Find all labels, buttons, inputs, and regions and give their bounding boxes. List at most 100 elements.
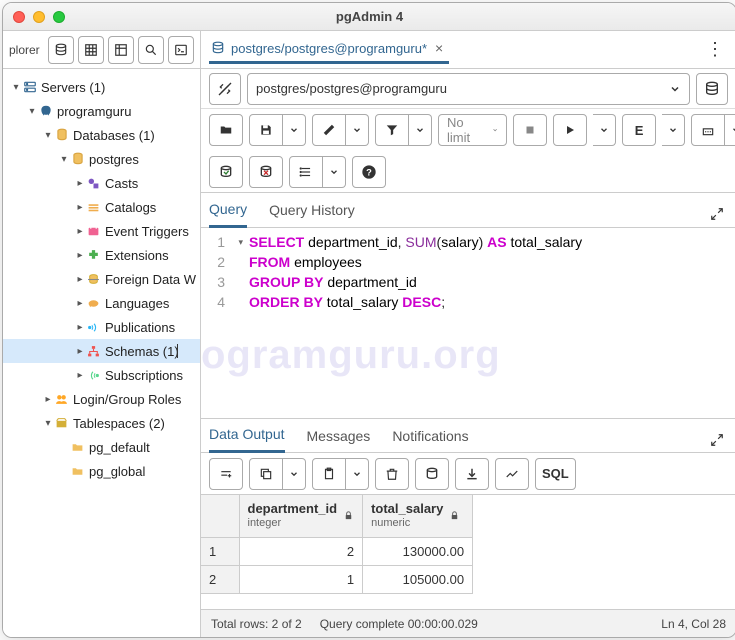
save-button[interactable] [249,114,283,146]
tree-casts[interactable]: ▸ Casts [3,171,200,195]
save-data-button[interactable] [415,458,449,490]
tree-schemas[interactable]: ▸ Schemas (1) [3,339,200,363]
tree-tablespaces[interactable]: ▾ Tablespaces (2) [3,411,200,435]
edit-dropdown-button[interactable] [346,114,369,146]
tree-label: Foreign Data W [105,272,196,287]
transaction-button[interactable] [289,156,323,188]
tree-fdw[interactable]: ▸ Foreign Data W [3,267,200,291]
tree-login-roles[interactable]: ▸ Login/Group Roles [3,387,200,411]
open-file-button[interactable] [209,114,243,146]
connection-dropdown[interactable]: postgres/postgres@programguru [247,73,690,105]
rollback-button[interactable] [249,156,283,188]
tab-label: postgres/postgres@programguru* [231,41,427,56]
tab-messages[interactable]: Messages [307,428,371,452]
tree-databases[interactable]: ▾ Databases (1) [3,123,200,147]
sql-editor[interactable]: 1▾ 2 3 4 SELECT department_id, SUM(salar… [201,228,735,418]
browser-tree[interactable]: ▾ Servers (1) ▾ programguru ▾ Databases … [3,69,200,637]
editor-tab[interactable]: postgres/postgres@programguru* × [209,36,449,64]
explain-dropdown-button[interactable] [662,114,685,146]
search-icon[interactable] [138,36,164,64]
tree-label: Login/Group Roles [73,392,181,407]
tree-event-triggers[interactable]: ▸ Event Triggers [3,219,200,243]
tree-label: Databases (1) [73,128,155,143]
tree-languages[interactable]: ▸ Languages [3,291,200,315]
tree-postgres[interactable]: ▾ postgres [3,147,200,171]
tree-label: Casts [105,176,138,191]
connection-status-icon[interactable] [209,73,241,105]
tree-extensions[interactable]: ▸ Extensions [3,243,200,267]
tab-query[interactable]: Query [209,201,247,228]
graph-button[interactable] [495,458,529,490]
tree-programguru[interactable]: ▾ programguru [3,99,200,123]
copy-dropdown-button[interactable] [283,458,306,490]
tree-label: Event Triggers [105,224,189,239]
expand-icon[interactable] [706,207,728,221]
execute-dropdown-button[interactable] [593,114,616,146]
tree-pg-default[interactable]: pg_default [3,435,200,459]
table-row[interactable]: 1 2 130000.00 [201,537,473,565]
limit-dropdown[interactable]: No limit [438,114,507,146]
new-connection-button[interactable] [696,73,728,105]
download-button[interactable] [455,458,489,490]
tree-label: Publications [105,320,175,335]
help-button[interactable]: ? [352,156,386,188]
stop-button[interactable] [513,114,547,146]
status-cursor: Ln 4, Col 28 [661,617,726,631]
tab-notifications[interactable]: Notifications [392,428,468,452]
tree-pg-global[interactable]: pg_global [3,459,200,483]
tree-label: Catalogs [105,200,156,215]
tree-label: Schemas (1) [105,344,179,359]
sql-button[interactable]: SQL [535,458,576,490]
tree-catalogs[interactable]: ▸ Catalogs [3,195,200,219]
grid-icon[interactable] [78,36,104,64]
paste-button[interactable] [312,458,346,490]
macro-dropdown-button[interactable] [725,114,735,146]
tree-servers[interactable]: ▾ Servers (1) [3,75,200,99]
col-type: integer [248,517,338,530]
save-dropdown-button[interactable] [283,114,306,146]
commit-button[interactable] [209,156,243,188]
tree-label: Extensions [105,248,169,263]
database-icon[interactable] [48,36,74,64]
results-grid[interactable]: department_id integer [201,495,735,609]
close-tab-button[interactable]: × [433,40,445,56]
lock-icon [449,510,460,521]
tree-label: Subscriptions [105,368,183,383]
status-bar: Total rows: 2 of 2 Query complete 00:00:… [201,609,735,637]
tab-data-output[interactable]: Data Output [209,426,285,453]
delete-button[interactable] [375,458,409,490]
copy-button[interactable] [249,458,283,490]
transaction-dropdown-button[interactable] [323,156,346,188]
tree-subscriptions[interactable]: ▸ Subscriptions [3,363,200,387]
expand-output-icon[interactable] [706,433,728,447]
status-time: Query complete 00:00:00.029 [320,617,478,631]
tree-label: Tablespaces (2) [73,416,165,431]
tree-label: Languages [105,296,169,311]
kebab-menu-icon[interactable]: ⋮ [702,39,728,60]
execute-button[interactable] [553,114,587,146]
add-row-button[interactable] [209,458,243,490]
filter-dropdown-button[interactable] [409,114,432,146]
tree-label: Servers (1) [41,80,105,95]
tree-publications[interactable]: ▸ Publications [3,315,200,339]
filter-button[interactable] [375,114,409,146]
tree-label: programguru [57,104,131,119]
chevron-down-icon [669,83,681,95]
paste-dropdown-button[interactable] [346,458,369,490]
tab-query-history[interactable]: Query History [269,202,355,226]
tree-label: pg_default [89,440,150,455]
col-name: department_id [248,501,338,517]
status-rows: Total rows: 2 of 2 [211,617,302,631]
window-titlebar: pgAdmin 4 [3,3,735,31]
filter-icon[interactable] [108,36,134,64]
window-title: pgAdmin 4 [3,9,735,24]
connection-value: postgres/postgres@programguru [256,81,447,96]
sidebar-title: plorer [9,43,44,57]
macro-button[interactable] [691,114,725,146]
table-row[interactable]: 2 1 105000.00 [201,565,473,593]
terminal-icon[interactable] [168,36,194,64]
lock-icon [343,510,354,521]
explain-button[interactable]: E [622,114,656,146]
watermark: ogramguru.org [201,333,501,378]
edit-button[interactable] [312,114,346,146]
